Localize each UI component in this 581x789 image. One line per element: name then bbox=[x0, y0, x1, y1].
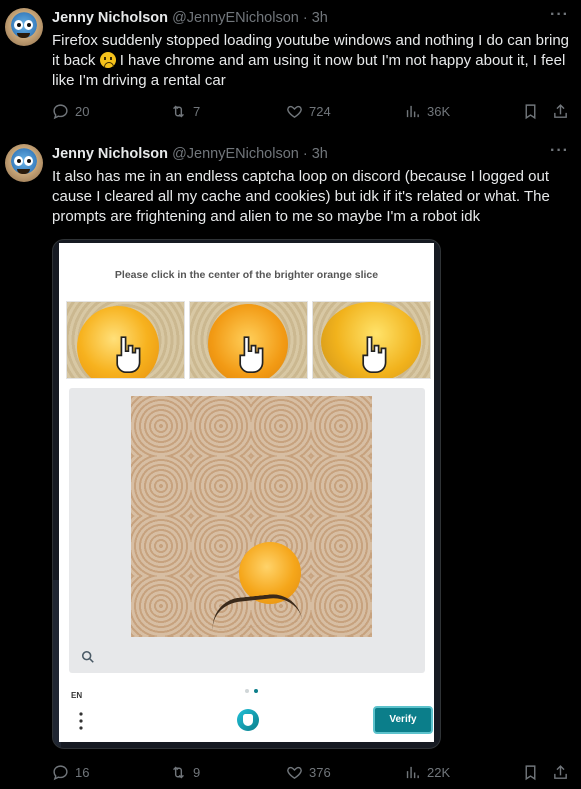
reply-count: 16 bbox=[75, 765, 90, 780]
verify-button[interactable]: Verify bbox=[373, 706, 433, 734]
reply-button[interactable]: 20 bbox=[52, 103, 89, 120]
more-options-button[interactable]: ··· bbox=[550, 6, 569, 24]
share-icon bbox=[554, 104, 567, 118]
views-button[interactable]: 22K bbox=[404, 764, 450, 781]
heart-icon bbox=[287, 105, 302, 119]
example-image-1 bbox=[66, 301, 185, 379]
tweet-header: Jenny Nicholson @JennyENicholson · 3h bbox=[52, 146, 328, 162]
share-icon bbox=[554, 765, 567, 779]
challenge-area[interactable] bbox=[69, 388, 425, 673]
author-handle[interactable]: @JennyENicholson bbox=[172, 10, 299, 26]
separator: · bbox=[302, 10, 308, 26]
repost-count: 9 bbox=[193, 765, 201, 780]
pointer-hand-icon bbox=[362, 336, 387, 374]
bookmark-icon bbox=[525, 104, 536, 120]
tweet-text: It also has me in an endless captcha loo… bbox=[52, 168, 550, 225]
frowning-face-emoji-icon bbox=[99, 52, 116, 68]
example-image-2 bbox=[189, 301, 308, 379]
repost-count: 7 bbox=[193, 104, 201, 119]
tweet-text-part2: I have chrome and am using it now but I'… bbox=[52, 52, 566, 89]
share-button[interactable] bbox=[552, 764, 569, 781]
like-count: 724 bbox=[309, 104, 331, 119]
tweet-actions: 20 7 724 36K bbox=[52, 103, 572, 123]
views-chart-icon bbox=[406, 105, 419, 118]
pagination-dots bbox=[245, 689, 258, 693]
tweet-header: Jenny Nicholson @JennyENicholson · 3h bbox=[52, 10, 328, 26]
like-button[interactable]: 724 bbox=[286, 103, 331, 120]
avatar[interactable] bbox=[5, 144, 43, 182]
author-name[interactable]: Jenny Nicholson bbox=[52, 146, 168, 162]
more-options-button[interactable]: ··· bbox=[550, 142, 569, 160]
views-chart-icon bbox=[406, 766, 419, 779]
heart-icon bbox=[287, 766, 302, 780]
author-handle[interactable]: @JennyENicholson bbox=[172, 146, 299, 162]
repost-button[interactable]: 7 bbox=[170, 103, 200, 120]
pointer-hand-icon bbox=[239, 336, 264, 374]
share-button[interactable] bbox=[552, 103, 569, 120]
avatar[interactable] bbox=[5, 8, 43, 46]
bookmark-icon bbox=[525, 765, 536, 781]
like-count: 376 bbox=[309, 765, 331, 780]
language-selector[interactable]: EN bbox=[71, 691, 82, 700]
reply-icon bbox=[53, 104, 68, 120]
view-count: 36K bbox=[427, 104, 451, 119]
pointer-hand-icon bbox=[116, 336, 141, 374]
view-count: 22K bbox=[427, 765, 451, 780]
repost-button[interactable]: 9 bbox=[170, 764, 200, 781]
example-image-3 bbox=[312, 301, 431, 379]
tweet-actions: 16 9 376 22K bbox=[52, 764, 572, 784]
hcaptcha-logo-icon[interactable] bbox=[237, 709, 259, 731]
reply-icon bbox=[53, 765, 68, 781]
captcha-prompt: Please click in the center of the bright… bbox=[114, 269, 379, 281]
timestamp[interactable]: 3h bbox=[312, 146, 328, 162]
tweet-image[interactable]: Please click in the center of the bright… bbox=[52, 239, 441, 749]
bookmark-button[interactable] bbox=[522, 103, 539, 120]
author-name[interactable]: Jenny Nicholson bbox=[52, 10, 168, 26]
captcha-panel: Please click in the center of the bright… bbox=[59, 243, 434, 742]
challenge-image[interactable] bbox=[131, 396, 372, 637]
repost-icon bbox=[173, 766, 184, 779]
like-button[interactable]: 376 bbox=[286, 764, 331, 781]
zoom-search-icon[interactable] bbox=[81, 650, 95, 664]
views-button[interactable]: 36K bbox=[404, 103, 450, 120]
repost-icon bbox=[173, 105, 184, 118]
bookmark-button[interactable] bbox=[522, 764, 539, 781]
reply-count: 20 bbox=[75, 104, 90, 119]
vertical-menu-icon[interactable] bbox=[79, 712, 83, 730]
tweet-text: Firefox suddenly stopped loading youtube… bbox=[52, 31, 574, 91]
separator: · bbox=[302, 146, 308, 162]
timestamp[interactable]: 3h bbox=[312, 10, 328, 26]
reply-button[interactable]: 16 bbox=[52, 764, 89, 781]
